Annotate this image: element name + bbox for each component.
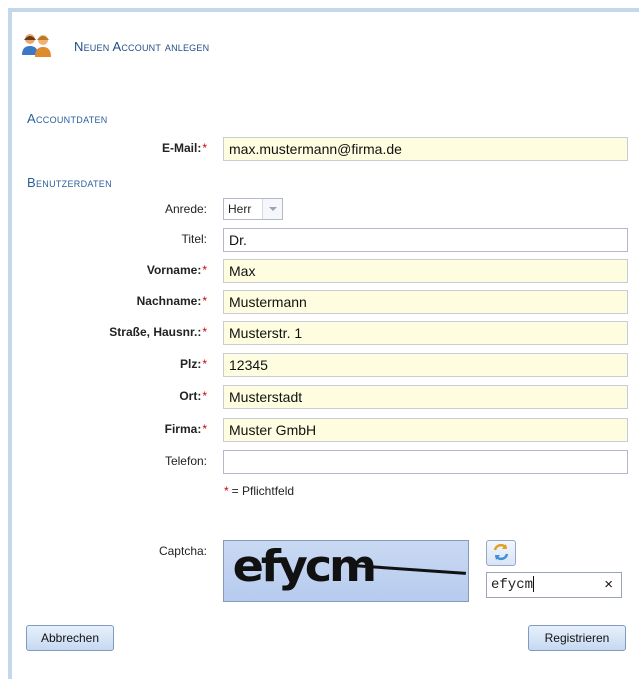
nachname-label: Nachname:* — [136, 294, 207, 308]
form-row-strasse: Straße, Hausnr.:* Musterstr. 1 — [0, 321, 639, 345]
plz-label: Plz:* — [179, 357, 207, 371]
titel-label: Titel: — [181, 232, 207, 246]
cancel-button[interactable]: Abbrechen — [26, 625, 114, 651]
captcha-image: efycm — [223, 540, 469, 602]
required-star: * — [202, 141, 207, 155]
refresh-icon — [492, 543, 510, 564]
telefon-label: Telefon: — [164, 454, 207, 468]
strasse-field[interactable]: Musterstr. 1 — [223, 321, 628, 345]
vorname-field[interactable]: Max — [223, 259, 628, 283]
page-title: Neuen Account anlegen — [74, 38, 210, 54]
form-row-ort: Ort:* Musterstadt — [0, 385, 639, 409]
captcha-image-text: efycm — [232, 541, 377, 592]
anrede-select[interactable]: Herr — [223, 198, 283, 220]
captcha-label: Captcha: — [158, 544, 207, 558]
captcha-input-value: efycm — [491, 577, 534, 593]
plz-field[interactable]: 12345 — [223, 353, 628, 377]
form-row-nachname: Nachname:* Mustermann — [0, 290, 639, 314]
form-row-telefon: Telefon: — [0, 450, 639, 474]
form-row-email: E-Mail:* max.mustermann@firma.de — [0, 137, 639, 161]
firma-label: Firma:* — [164, 422, 207, 436]
register-button[interactable]: Registrieren — [528, 625, 626, 651]
email-field[interactable]: max.mustermann@firma.de — [223, 137, 628, 161]
titel-field[interactable]: Dr. — [223, 228, 628, 252]
nachname-field[interactable]: Mustermann — [223, 290, 628, 314]
section-heading-account: Accountdaten — [27, 111, 108, 126]
captcha-input[interactable]: efycm × — [486, 572, 622, 598]
required-note: * = Pflichtfeld — [224, 484, 295, 498]
vorname-label: Vorname:* — [146, 263, 207, 277]
ort-field[interactable]: Musterstadt — [223, 385, 628, 409]
users-icon — [20, 31, 54, 61]
anrede-value: Herr — [228, 202, 252, 216]
required-star: * — [202, 263, 207, 277]
chevron-down-icon[interactable] — [262, 199, 282, 219]
section-heading-user: Benutzerdaten — [27, 175, 112, 190]
required-star: * — [202, 294, 207, 308]
required-star: * — [202, 389, 207, 403]
required-star: * — [202, 422, 207, 436]
form-row-plz: Plz:* 12345 — [0, 353, 639, 377]
dialog-header: Neuen Account anlegen — [20, 30, 209, 62]
text-caret — [533, 576, 535, 593]
form-row-firma: Firma:* Muster GmbH — [0, 418, 639, 442]
form-row-anrede: Anrede: Herr — [0, 198, 639, 222]
strasse-label: Straße, Hausnr.:* — [109, 325, 207, 339]
required-star: * — [224, 484, 229, 498]
anrede-label: Anrede: — [164, 202, 207, 216]
captcha-refresh-button[interactable] — [486, 540, 516, 566]
email-label: E-Mail:* — [161, 141, 207, 155]
firma-field[interactable]: Muster GmbH — [223, 418, 628, 442]
telefon-field[interactable] — [223, 450, 628, 474]
required-star: * — [202, 357, 207, 371]
required-star: * — [202, 325, 207, 339]
ort-label: Ort:* — [179, 389, 207, 403]
clear-icon[interactable]: × — [604, 576, 613, 594]
form-row-vorname: Vorname:* Max — [0, 259, 639, 283]
form-row-titel: Titel: Dr. — [0, 228, 639, 252]
